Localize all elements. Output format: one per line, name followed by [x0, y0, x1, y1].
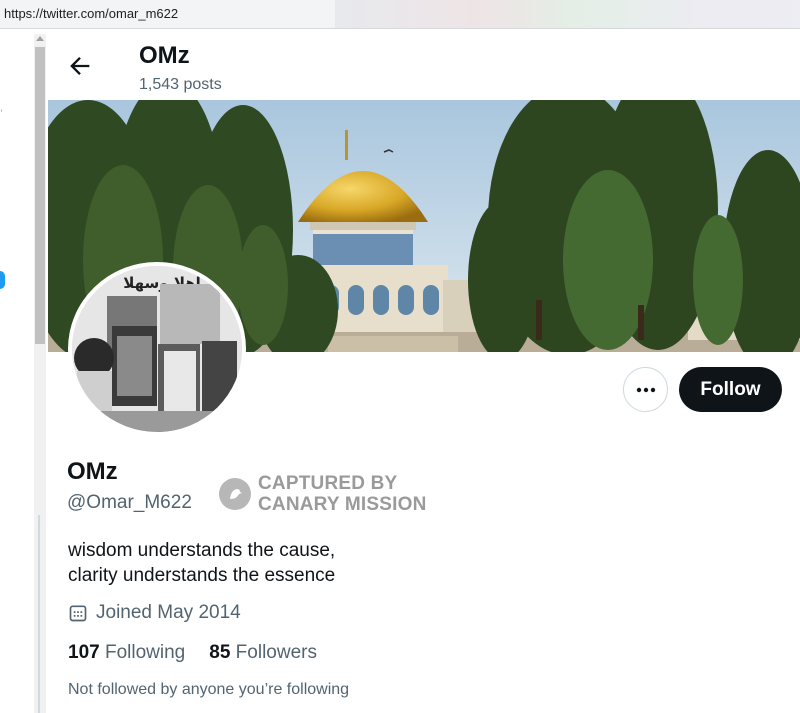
scrollbar-thumb[interactable]	[35, 47, 45, 344]
back-arrow-icon[interactable]	[66, 52, 94, 80]
bio-line-1: wisdom understands the cause,	[68, 540, 336, 561]
watermark-line2: CANARY MISSION	[258, 494, 427, 515]
url-bar-blur	[335, 0, 800, 28]
followers-label: Followers	[235, 642, 317, 663]
left-sidebar-edge: ˒	[0, 29, 34, 713]
canary-bird-icon	[219, 478, 251, 510]
browser-url[interactable]: https://twitter.com/omar_m622	[4, 6, 178, 21]
profile-avatar[interactable]: اهلا وسهلا	[68, 262, 246, 436]
followers-count: 85	[209, 642, 236, 663]
following-label: Following	[104, 642, 186, 663]
follow-button[interactable]: Follow	[679, 367, 782, 412]
browser-url-bar[interactable]: https://twitter.com/omar_m622	[0, 0, 800, 29]
joined-date: Joined May 2014	[68, 602, 241, 624]
more-options-button[interactable]	[623, 367, 668, 412]
profile-name: OMz	[67, 458, 118, 485]
bio-line-2: clarity understands the essence	[68, 565, 336, 586]
column-divider	[38, 515, 40, 713]
sidebar-edge-mark: ˒	[0, 104, 4, 115]
profile-bio: wisdom understands the cause, clarity un…	[68, 538, 335, 588]
following-count: 107	[68, 642, 105, 663]
followers-link[interactable]: 85 Followers	[209, 642, 317, 664]
more-dots-icon	[636, 387, 655, 392]
not-followed-notice: Not followed by anyone you’re following	[68, 681, 350, 698]
following-link[interactable]: 107 Following	[68, 642, 185, 664]
sidebar-post-button-edge[interactable]	[0, 271, 5, 289]
joined-text: Joined May 2014	[96, 602, 241, 623]
watermark-line1: CAPTURED BY	[258, 473, 398, 494]
header-title: OMz	[139, 42, 190, 69]
follow-stats: 107 Following 85 Followers	[68, 642, 341, 664]
scroll-up-arrow-icon[interactable]	[36, 36, 44, 41]
watermark: CAPTURED BY CANARY MISSION	[219, 473, 427, 515]
calendar-icon	[69, 605, 87, 622]
header-post-count: 1,543 posts	[139, 76, 222, 93]
profile-handle: @Omar_M622	[67, 492, 192, 513]
